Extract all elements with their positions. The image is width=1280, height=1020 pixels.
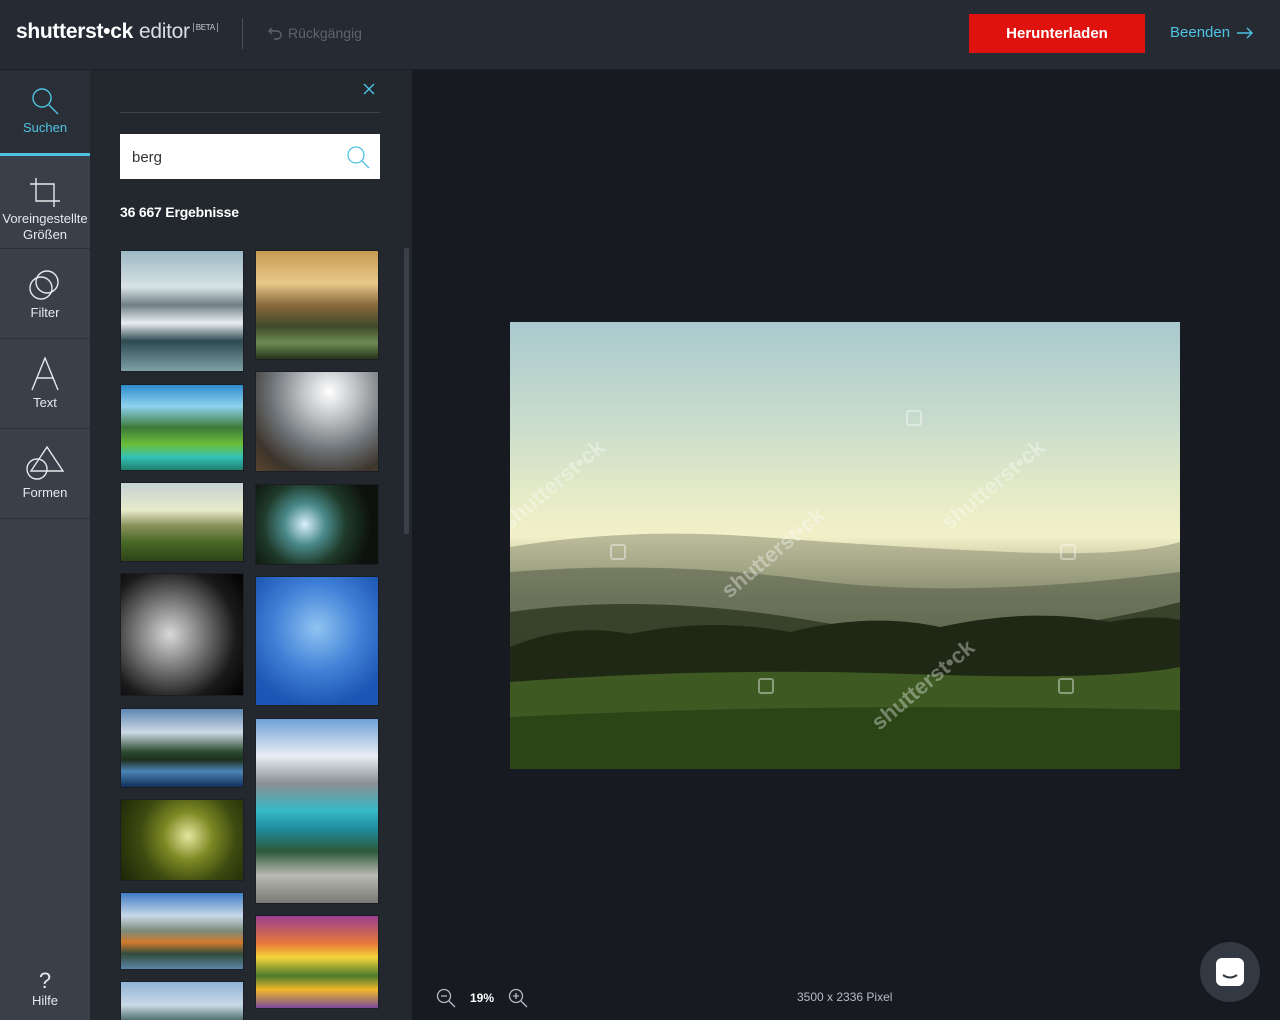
results-grid (120, 250, 380, 1020)
text-icon (31, 357, 59, 391)
download-button[interactable]: Herunterladen (969, 14, 1145, 53)
rail-item-text[interactable]: Text (0, 339, 90, 429)
search-icon (32, 88, 59, 115)
rail-label-filter: Filter (30, 305, 60, 320)
zoom-controls: 19% (436, 988, 528, 1008)
help-icon: ? (38, 968, 52, 993)
close-icon[interactable] (362, 82, 376, 96)
canvas-image[interactable]: shutterst•ck shutterst•ck shutterst•ck s… (510, 322, 1180, 769)
exit-link[interactable]: Beenden (1170, 24, 1254, 41)
result-thumbnail[interactable] (120, 708, 244, 788)
result-thumbnail[interactable] (255, 915, 379, 1009)
top-bar: shutterst•ck editor BETA Rückgängig Herunt… (0, 0, 1280, 70)
result-thumbnail[interactable] (255, 250, 379, 360)
rail-item-preset-sizes[interactable]: Voreingestellte Größen (0, 159, 90, 249)
search-box (120, 134, 380, 181)
chat-button[interactable] (1200, 942, 1260, 1002)
shapes-icon (26, 445, 65, 480)
top-divider (242, 18, 243, 49)
tool-rail: Suchen Voreingestellte Größen Filter Tex… (0, 70, 90, 1020)
zoom-level: 19% (470, 991, 495, 1005)
search-submit-icon[interactable] (346, 145, 370, 169)
help-label: Hilfe (31, 993, 58, 1008)
result-thumbnail[interactable] (120, 250, 244, 372)
result-thumbnail[interactable] (120, 799, 244, 881)
result-thumbnail[interactable] (255, 576, 379, 706)
rail-label-preset-sizes: Voreingestellte Größen (2, 211, 88, 242)
image-dimensions: 3500 x 2336 Pixel (797, 990, 893, 1004)
results-count: 36 667 Ergebnisse (120, 204, 239, 220)
panel-divider (120, 112, 380, 113)
result-thumbnail[interactable] (120, 384, 244, 471)
rail-label-text: Text (33, 395, 57, 410)
rail-item-filter[interactable]: Filter (0, 249, 90, 339)
undo-icon (268, 27, 282, 40)
watermark-mark (610, 544, 626, 560)
help-button[interactable]: ? Hilfe (0, 968, 90, 1009)
rail-label-shapes: Formen (22, 485, 68, 500)
exit-label: Beenden (1170, 24, 1231, 41)
logo-product: editor (138, 20, 190, 43)
beta-badge: BETA (192, 23, 218, 32)
result-thumbnail[interactable] (120, 892, 244, 970)
canvas-area: shutterst•ck shutterst•ck shutterst•ck s… (412, 70, 1280, 1020)
rail-item-shapes[interactable]: Formen (0, 429, 90, 519)
result-thumbnail[interactable] (120, 482, 244, 562)
result-thumbnail[interactable] (255, 484, 379, 565)
undo-label: Rückgängig (288, 25, 362, 41)
rail-item-search[interactable]: Suchen (0, 70, 90, 156)
undo-button[interactable]: Rückgängig (268, 25, 362, 41)
results-scrollbar[interactable] (404, 248, 409, 534)
watermark-mark (906, 410, 922, 426)
watermark-mark (758, 678, 774, 694)
result-thumbnail[interactable] (255, 718, 379, 904)
rail-label-search: Suchen (22, 120, 68, 135)
result-thumbnail[interactable] (120, 981, 244, 1020)
search-input[interactable] (130, 134, 334, 181)
chat-icon (1216, 958, 1244, 986)
logo-brand: shutterst•ck (16, 20, 133, 43)
zoom-in-icon[interactable] (508, 988, 528, 1008)
logo: shutterst•ck editor BETA (16, 20, 218, 44)
filter-icon (29, 270, 59, 300)
search-panel: 36 667 Ergebnisse (90, 70, 412, 1020)
zoom-out-icon[interactable] (436, 988, 456, 1008)
watermark-mark (1058, 678, 1074, 694)
crop-icon (30, 178, 60, 207)
result-thumbnail[interactable] (255, 371, 379, 472)
result-thumbnail[interactable] (120, 573, 244, 696)
arrow-right-icon (1237, 27, 1254, 38)
watermark-mark (1060, 544, 1076, 560)
